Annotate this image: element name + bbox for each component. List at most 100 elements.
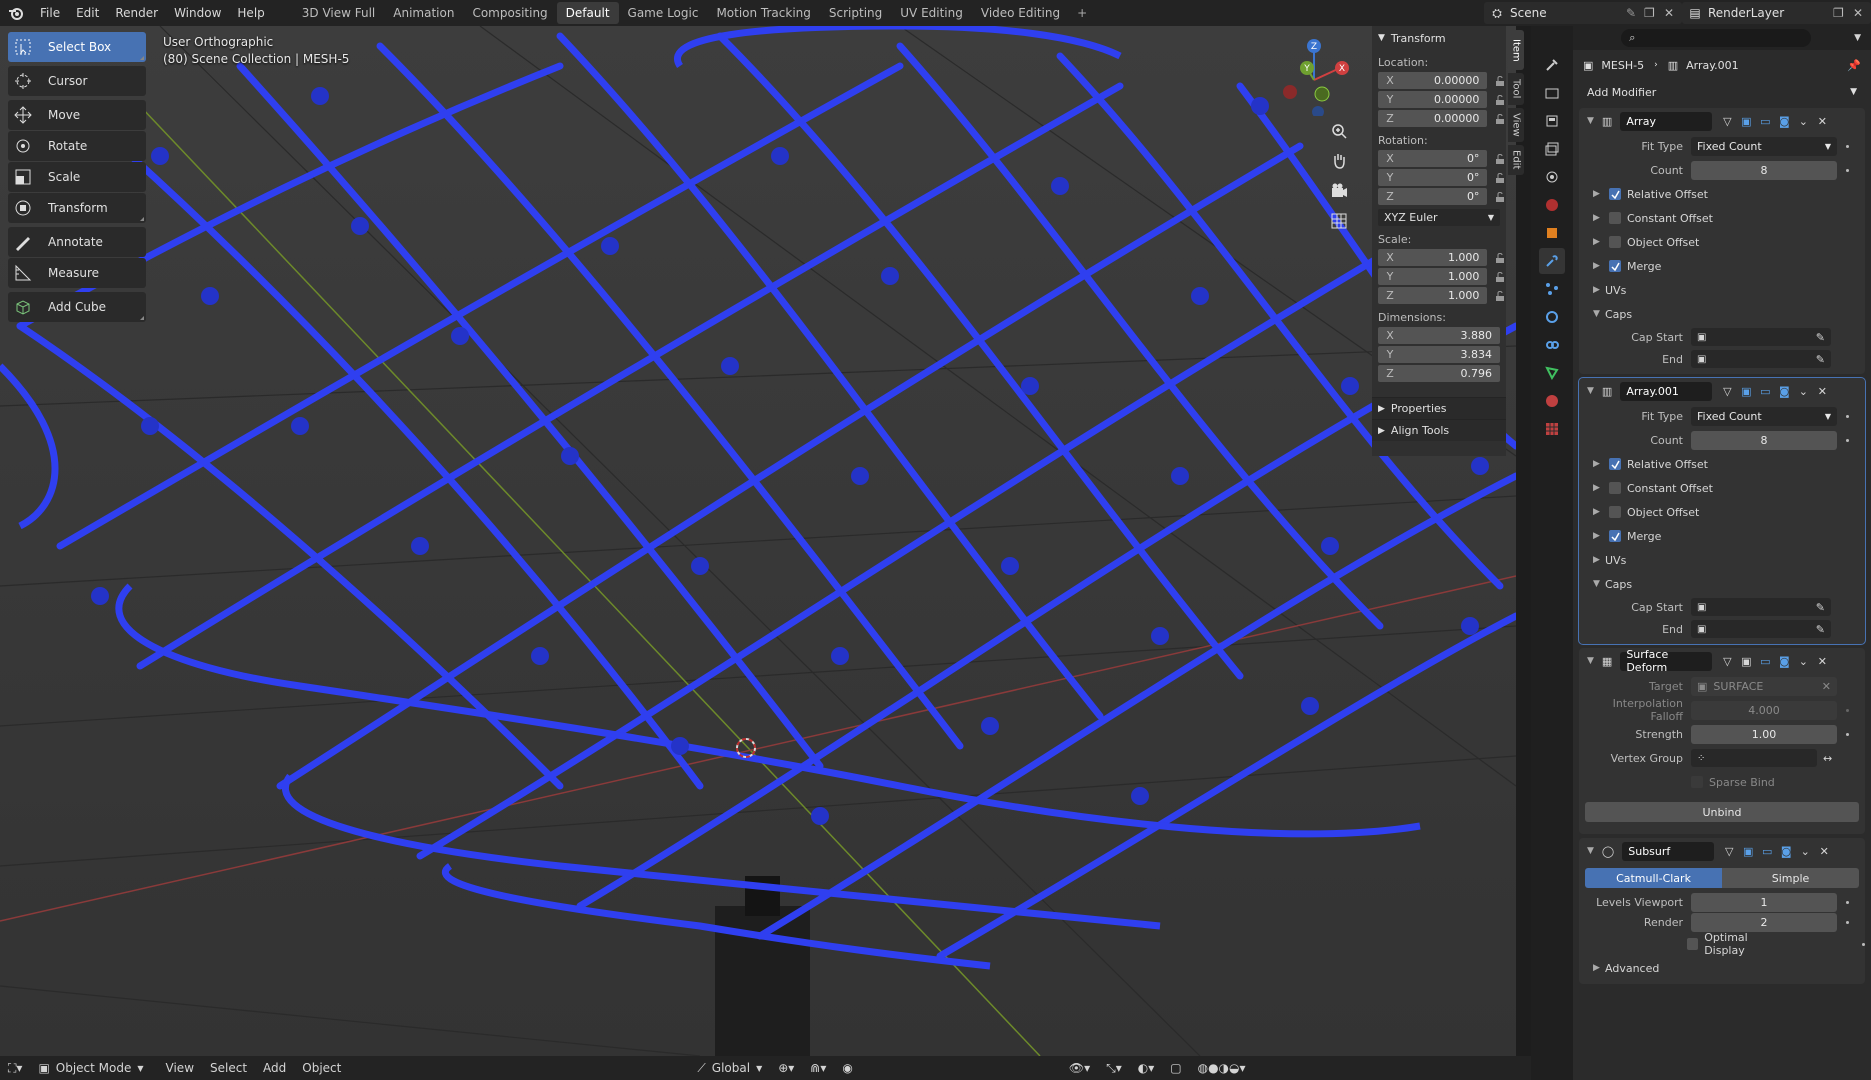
lock-icon[interactable] bbox=[1493, 270, 1506, 284]
viewport-display-icon[interactable]: ▭ bbox=[1756, 382, 1774, 400]
location-z-field[interactable]: Z 0.00000 bbox=[1378, 110, 1488, 127]
render-levels-field[interactable]: 2 bbox=[1691, 912, 1837, 932]
lock-icon[interactable] bbox=[1493, 152, 1506, 166]
render-icon[interactable] bbox=[1539, 80, 1565, 106]
eyedropper-icon[interactable]: ✎ bbox=[1816, 601, 1825, 614]
pan-hand-icon[interactable] bbox=[1324, 146, 1354, 176]
scene-icon[interactable] bbox=[1539, 164, 1565, 190]
cap-start-field[interactable]: ▣ ✎ bbox=[1691, 598, 1831, 616]
texture-icon[interactable] bbox=[1539, 416, 1565, 442]
keyframe-dot[interactable] bbox=[1846, 708, 1849, 712]
menu-object[interactable]: Object bbox=[294, 1061, 349, 1075]
object-offset-panel[interactable]: ▶ Object Offset bbox=[1579, 500, 1865, 524]
keyframe-dot[interactable] bbox=[1846, 920, 1849, 924]
eyedropper-icon[interactable]: ✎ bbox=[1816, 331, 1825, 344]
keyframe-dot[interactable] bbox=[1846, 144, 1849, 148]
view-layer-icon[interactable] bbox=[1539, 136, 1565, 162]
edit-mode-icon[interactable]: ▣ bbox=[1737, 112, 1755, 130]
scale-x-field[interactable]: X 1.000 bbox=[1378, 249, 1488, 266]
proportional-edit-icon[interactable]: ◉ bbox=[834, 1061, 860, 1075]
lock-icon[interactable] bbox=[1493, 289, 1506, 303]
lock-icon[interactable] bbox=[1493, 74, 1506, 88]
lock-icon[interactable] bbox=[1493, 112, 1506, 126]
render-camera-icon[interactable]: ◙ bbox=[1775, 112, 1793, 130]
lock-icon[interactable] bbox=[1493, 171, 1506, 185]
tab-default[interactable]: Default bbox=[556, 2, 619, 24]
xray-icon[interactable]: ▢ bbox=[1162, 1061, 1189, 1075]
edit-cage-icon[interactable]: ▽ bbox=[1718, 382, 1736, 400]
merge-checkbox[interactable] bbox=[1609, 260, 1621, 272]
strength-field[interactable]: 1.00 bbox=[1691, 724, 1837, 744]
menu-select[interactable]: Select bbox=[202, 1061, 255, 1075]
menu-view[interactable]: View bbox=[158, 1061, 202, 1075]
keyframe-dot[interactable] bbox=[1846, 414, 1849, 418]
tool-rotate[interactable]: Rotate bbox=[8, 131, 146, 161]
rotation-z-field[interactable]: Z 0° bbox=[1378, 188, 1488, 205]
viewport-display-icon[interactable]: ▭ bbox=[1758, 842, 1776, 860]
relative-offset-panel[interactable]: ▶ Relative Offset bbox=[1579, 182, 1865, 206]
vertex-group-field[interactable]: ⁘ bbox=[1691, 749, 1817, 767]
invert-arrows-icon[interactable]: ↔ bbox=[1823, 752, 1832, 765]
menu-file[interactable]: File bbox=[32, 0, 68, 26]
uvs-panel[interactable]: ▶ UVs bbox=[1579, 548, 1865, 572]
tool-cursor[interactable]: Cursor bbox=[8, 66, 146, 96]
rotation-mode-select[interactable]: XYZ Euler ▼ bbox=[1378, 209, 1500, 226]
menu-add[interactable]: Add bbox=[255, 1061, 294, 1075]
edit-mode-icon[interactable]: ▣ bbox=[1737, 382, 1755, 400]
render-camera-icon[interactable]: ◙ bbox=[1775, 652, 1793, 670]
search-field[interactable]: ⌕ bbox=[1621, 29, 1812, 47]
keyframe-dot[interactable] bbox=[1862, 942, 1865, 946]
eyedropper-icon[interactable]: ✎ bbox=[1816, 353, 1825, 366]
render-camera-icon[interactable]: ◙ bbox=[1775, 382, 1793, 400]
tab-video-editing[interactable]: Video Editing bbox=[972, 2, 1069, 24]
lock-icon[interactable] bbox=[1493, 93, 1506, 107]
dimensions-y-field[interactable]: Y 3.834 bbox=[1378, 346, 1500, 363]
edit-cage-icon[interactable]: ▽ bbox=[1718, 652, 1736, 670]
viewport-display-icon[interactable]: ▭ bbox=[1756, 112, 1774, 130]
chevron-down-icon[interactable]: ▼ bbox=[1587, 656, 1594, 666]
pin-icon[interactable]: ✎ bbox=[1626, 6, 1644, 20]
unbind-button[interactable]: Unbind bbox=[1585, 802, 1859, 822]
add-workspace-button[interactable]: + bbox=[1069, 0, 1095, 26]
tool-annotate[interactable]: Annotate bbox=[8, 227, 146, 257]
rotation-x-field[interactable]: X 0° bbox=[1378, 150, 1488, 167]
add-modifier-button[interactable]: Add Modifier ▼ bbox=[1579, 82, 1865, 102]
caps-panel[interactable]: ▼ Caps bbox=[1579, 572, 1865, 596]
scale-y-field[interactable]: Y 1.000 bbox=[1378, 268, 1488, 285]
chevron-down-icon[interactable]: ⌄ bbox=[1794, 382, 1812, 400]
dimensions-x-field[interactable]: X 3.880 bbox=[1378, 327, 1500, 344]
menu-help[interactable]: Help bbox=[229, 0, 272, 26]
caps-panel[interactable]: ▼ Caps bbox=[1579, 302, 1865, 326]
tab-scripting[interactable]: Scripting bbox=[820, 2, 891, 24]
keyframe-dot[interactable] bbox=[1846, 168, 1849, 172]
simple-button[interactable]: Simple bbox=[1722, 868, 1859, 888]
tab-item[interactable]: Item bbox=[1508, 30, 1524, 70]
merge-panel[interactable]: ▶ Merge bbox=[1579, 524, 1865, 548]
viewport-display-icon[interactable]: ▭ bbox=[1756, 652, 1774, 670]
tool-add-cube[interactable]: Add Cube bbox=[8, 292, 146, 322]
edit-cage-icon[interactable]: ▽ bbox=[1718, 112, 1736, 130]
constraints-icon[interactable] bbox=[1539, 332, 1565, 358]
constant-offset-checkbox[interactable] bbox=[1609, 482, 1621, 494]
merge-panel[interactable]: ▶ Merge bbox=[1579, 254, 1865, 278]
tab-game-logic[interactable]: Game Logic bbox=[619, 2, 708, 24]
relative-offset-checkbox[interactable] bbox=[1609, 458, 1621, 470]
modifier-header[interactable]: ▼ ◯ Subsurf ▽ ▣ ▭ ◙ ⌄ ✕ bbox=[1579, 838, 1865, 864]
orientation-select[interactable]: ⟋ Global ▼ bbox=[689, 1061, 770, 1076]
tab-animation[interactable]: Animation bbox=[384, 2, 463, 24]
location-y-field[interactable]: Y 0.00000 bbox=[1378, 91, 1488, 108]
tool-measure[interactable]: Measure bbox=[8, 258, 146, 288]
align-tools-section[interactable]: ▶ Align Tools bbox=[1372, 419, 1506, 441]
close-icon[interactable]: ✕ bbox=[1822, 680, 1831, 693]
modifier-header[interactable]: ▼ ▥ Array.001 ▽ ▣ ▭ ◙ ⌄ ✕ bbox=[1579, 378, 1865, 404]
constant-offset-panel[interactable]: ▶ Constant Offset bbox=[1579, 206, 1865, 230]
delete-scene-icon[interactable]: ✕ bbox=[1664, 6, 1682, 20]
world-icon[interactable] bbox=[1539, 192, 1565, 218]
physics-icon[interactable] bbox=[1539, 304, 1565, 330]
editor-type-icon[interactable]: ⛶▾ bbox=[0, 1061, 30, 1076]
object-offset-checkbox[interactable] bbox=[1609, 236, 1621, 248]
catmull-clark-button[interactable]: Catmull-Clark bbox=[1585, 868, 1722, 888]
chevron-down-icon[interactable]: ▼ bbox=[1587, 116, 1594, 126]
modifier-header[interactable]: ▼ ▥ Array ▽ ▣ ▭ ◙ ⌄ ✕ bbox=[1579, 108, 1865, 134]
new-layer-icon[interactable]: ❐ bbox=[1833, 6, 1853, 20]
